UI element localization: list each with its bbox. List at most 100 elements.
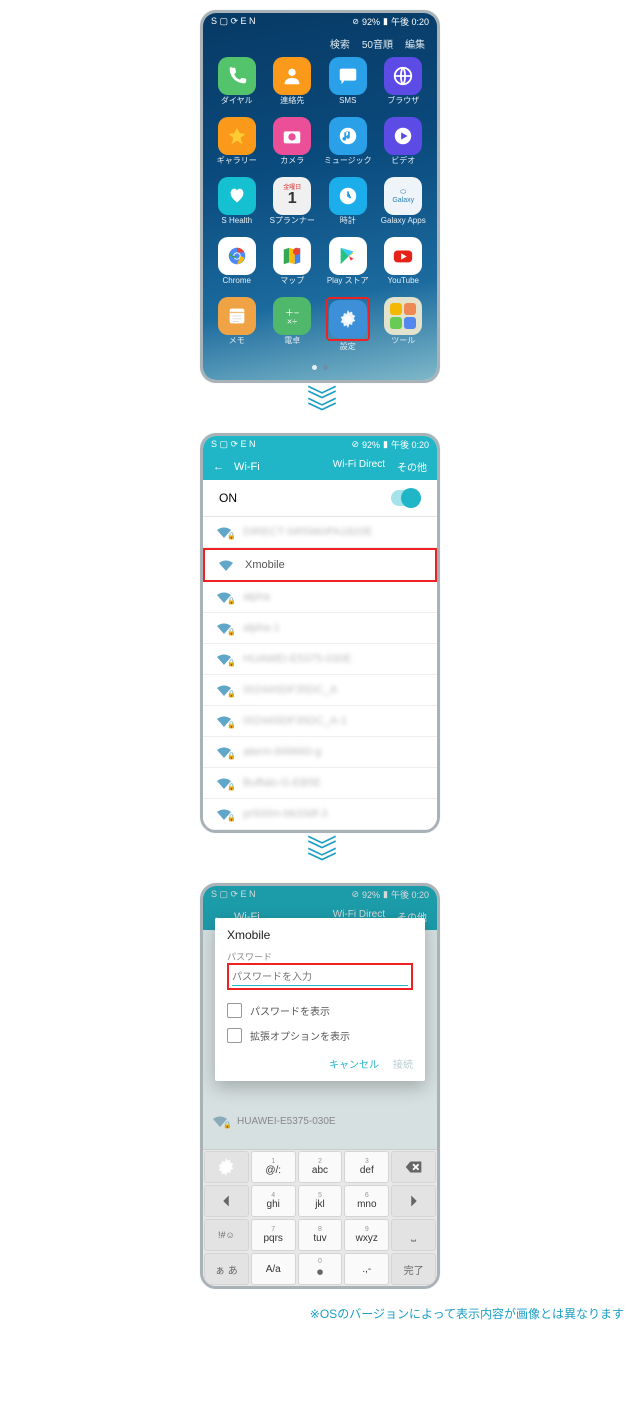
password-field-highlight bbox=[227, 963, 413, 990]
lock-icon: 🔒 bbox=[227, 628, 236, 636]
key-bksp[interactable] bbox=[391, 1151, 436, 1183]
advanced-options-row[interactable]: 拡張オプションを表示 bbox=[227, 1023, 413, 1048]
key-A/a[interactable]: A/a bbox=[251, 1253, 296, 1285]
background-ssid: HUAWEI-E5375-030E bbox=[237, 1116, 336, 1127]
app-phone[interactable]: ダイヤル bbox=[209, 57, 265, 113]
lock-icon: 🔒 bbox=[223, 1121, 232, 1129]
sms-icon bbox=[329, 57, 367, 95]
key-完了[interactable]: 完了 bbox=[391, 1253, 436, 1285]
wifi-network-item[interactable]: 🔒HUAWEI-E5375-030E bbox=[203, 644, 437, 675]
lock-icon: 🔒 bbox=[227, 659, 236, 667]
wifi-ssid: Buffalo-G-EB5E bbox=[243, 777, 423, 789]
app-play[interactable]: Play ストア bbox=[320, 237, 376, 293]
show-password-row[interactable]: パスワードを表示 bbox=[227, 998, 413, 1023]
key-wxyz[interactable]: 9wxyz bbox=[344, 1219, 389, 1251]
key-mno[interactable]: 6mno bbox=[344, 1185, 389, 1217]
key-@/:[interactable]: 1@/: bbox=[251, 1151, 296, 1183]
app-youtube[interactable]: YouTube bbox=[376, 237, 432, 293]
app-memo[interactable]: メモ bbox=[209, 297, 265, 359]
app-label: Galaxy Apps bbox=[381, 217, 426, 233]
key-ghi[interactable]: 4ghi bbox=[251, 1185, 296, 1217]
password-input[interactable] bbox=[232, 970, 408, 986]
show-password-label: パスワードを表示 bbox=[250, 1003, 330, 1018]
app-video[interactable]: ビデオ bbox=[376, 117, 432, 173]
app-contact[interactable]: 連絡先 bbox=[265, 57, 321, 113]
wifi-action-1[interactable]: その他 bbox=[397, 459, 427, 474]
app-label: 連絡先 bbox=[280, 97, 304, 113]
app-label: カメラ bbox=[280, 157, 304, 173]
wifi-network-item[interactable]: 🔒pr500m-bb33df-3 bbox=[203, 799, 437, 830]
wifi-network-item[interactable]: 🔒aterm-699660-g bbox=[203, 737, 437, 768]
wifi-signal-icon: 🔒 bbox=[217, 778, 233, 789]
wifi-ssid: alpha-1 bbox=[243, 622, 423, 634]
wifi-action-0[interactable]: Wi-Fi Direct bbox=[333, 459, 385, 474]
key-.,-[interactable]: .,- bbox=[344, 1253, 389, 1285]
wifi-network-item[interactable]: Xmobile bbox=[203, 548, 437, 582]
app-flower[interactable]: ギャラリー bbox=[209, 117, 265, 173]
app-sms[interactable]: SMS bbox=[320, 57, 376, 113]
wifi-signal-icon: 🔒 bbox=[217, 527, 233, 538]
key-jkl[interactable]: 5jkl bbox=[298, 1185, 343, 1217]
connect-button[interactable]: 接続 bbox=[393, 1056, 413, 1071]
key-def[interactable]: 3def bbox=[344, 1151, 389, 1183]
clock-icon bbox=[329, 177, 367, 215]
topmenu-0[interactable]: 検索 bbox=[330, 36, 350, 51]
show-password-checkbox[interactable] bbox=[227, 1003, 242, 1018]
wifi-actions: Wi-Fi Direct その他 bbox=[333, 459, 427, 474]
key-gear[interactable] bbox=[204, 1151, 249, 1183]
wifi-ssid: alpha bbox=[243, 591, 423, 603]
key-right[interactable] bbox=[391, 1185, 436, 1217]
key-tuv[interactable]: 8tuv bbox=[298, 1219, 343, 1251]
back-button[interactable]: ← bbox=[213, 461, 224, 473]
wifi-network-item[interactable]: 🔒 alpha-1 bbox=[203, 613, 437, 644]
password-label: パスワード bbox=[227, 950, 413, 963]
app-calc[interactable]: ＋−×÷電卓 bbox=[265, 297, 321, 359]
wifi-network-item[interactable]: 🔒 Buffalo-G-EB5E bbox=[203, 768, 437, 799]
wifi-network-item[interactable]: 🔒DIRECT-SR5960PA1820E bbox=[203, 517, 437, 548]
wifi-password-dialog: Xmobile パスワード パスワードを表示 拡張オプションを表示 キャンセル … bbox=[215, 918, 425, 1081]
memo-icon bbox=[218, 297, 256, 335]
app-label: S Health bbox=[221, 217, 252, 233]
wifi-network-item[interactable]: 🔒 alpha bbox=[203, 582, 437, 613]
app-label: Sプランナー bbox=[270, 217, 315, 233]
app-label: YouTube bbox=[388, 277, 419, 293]
app-clock[interactable]: 時計 bbox=[320, 177, 376, 233]
key-left[interactable] bbox=[204, 1185, 249, 1217]
lock-icon: 🔒 bbox=[227, 597, 236, 605]
app-galaxy[interactable]: ⬭GalaxyGalaxy Apps bbox=[376, 177, 432, 233]
page-dot-2[interactable] bbox=[323, 365, 328, 370]
app-camera[interactable]: カメラ bbox=[265, 117, 321, 173]
key-ぁ あ[interactable]: ぁ あ bbox=[204, 1253, 249, 1285]
wifi-toggle-row: ON bbox=[203, 480, 437, 517]
app-chrome[interactable]: Chrome bbox=[209, 237, 265, 293]
key-sym[interactable]: !#☺ bbox=[204, 1219, 249, 1251]
phone-screen-apps: S ▢ ⟳ E N ⊘ 92% ▮ 午後 0:20 検索50音順編集 ダイヤル連… bbox=[200, 10, 440, 383]
app-label: マップ bbox=[280, 277, 304, 293]
topmenu-2[interactable]: 編集 bbox=[405, 36, 425, 51]
app-gear[interactable]: 設定 bbox=[320, 297, 376, 359]
wifi-toggle[interactable] bbox=[391, 490, 421, 506]
wifi-network-list: 🔒DIRECT-SR5960PA1820EXmobile 🔒 alpha 🔒 alpha… bbox=[203, 517, 437, 830]
advanced-options-checkbox[interactable] bbox=[227, 1028, 242, 1043]
app-grid: ダイヤル連絡先 SMSブラウザギャラリーカメラミュージックビデオ S Health 金… bbox=[203, 57, 437, 359]
topmenu-1[interactable]: 50音順 bbox=[362, 36, 393, 51]
lock-icon: 🔒 bbox=[227, 721, 236, 729]
app-globe[interactable]: ブラウザ bbox=[376, 57, 432, 113]
app-health[interactable]: S Health bbox=[209, 177, 265, 233]
cancel-button[interactable]: キャンセル bbox=[329, 1056, 379, 1071]
wifi-network-item[interactable]: 🔒0024A5DF35DC_A-1 bbox=[203, 706, 437, 737]
wifi-network-item[interactable]: 🔒0024A5DF35DC_A bbox=[203, 675, 437, 706]
page-dot-1[interactable] bbox=[312, 365, 317, 370]
key-pqrs[interactable]: 7pqrs bbox=[251, 1219, 296, 1251]
phone-screen-wifi-password: S ▢ ⟳ E N ⊘ 92% ▮ 午後 0:20 ← Wi-Fi Wi-Fi … bbox=[200, 883, 440, 1289]
chrome-icon bbox=[218, 237, 256, 275]
key-sp[interactable]: ⎵ bbox=[391, 1219, 436, 1251]
app-maps[interactable]: マップ bbox=[265, 237, 321, 293]
app-tools[interactable]: ツール bbox=[376, 297, 432, 359]
key-rec[interactable]: 0⏺ bbox=[298, 1253, 343, 1285]
battery-icon: ▮ bbox=[383, 439, 388, 450]
app-calendar[interactable]: 金曜日1Sプランナー bbox=[265, 177, 321, 233]
battery-icon: ▮ bbox=[383, 16, 388, 27]
key-abc[interactable]: 2abc bbox=[298, 1151, 343, 1183]
app-music[interactable]: ミュージック bbox=[320, 117, 376, 173]
